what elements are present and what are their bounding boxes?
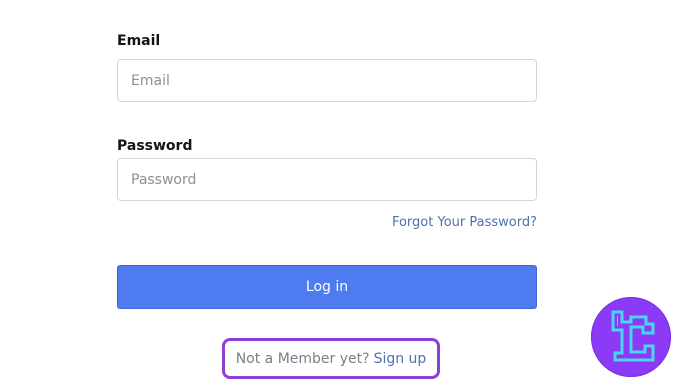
email-field[interactable] bbox=[117, 59, 537, 102]
brand-logo-mark bbox=[611, 310, 655, 362]
brand-logo-icon bbox=[591, 297, 671, 377]
signup-prompt: Not a Member yet? bbox=[235, 350, 370, 367]
password-label: Password bbox=[117, 138, 193, 154]
login-button[interactable]: Log in bbox=[117, 265, 537, 309]
signup-highlight-box: Not a Member yet? Sign up bbox=[222, 338, 440, 379]
email-label: Email bbox=[117, 33, 161, 49]
signup-link[interactable]: Sign up bbox=[374, 351, 427, 367]
password-field[interactable] bbox=[117, 158, 537, 201]
forgot-password-link[interactable]: Forgot Your Password? bbox=[392, 215, 537, 230]
